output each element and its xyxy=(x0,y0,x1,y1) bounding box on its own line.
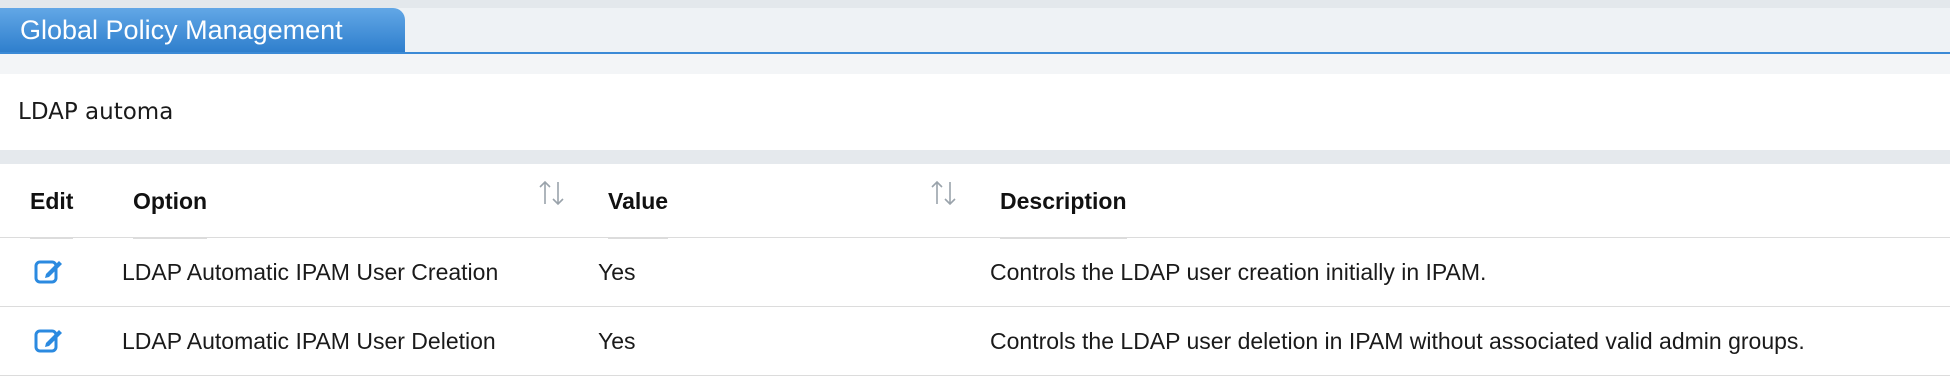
description-cell: Controls the LDAP user creation initiall… xyxy=(990,259,1487,285)
description-cell: Controls the LDAP user deletion in IPAM … xyxy=(990,328,1805,354)
column-header-edit: Edit xyxy=(30,164,74,239)
edit-icon[interactable] xyxy=(34,256,64,286)
option-cell: LDAP Automatic IPAM User Deletion xyxy=(122,328,496,354)
table-row: LDAP Automatic IPAM User Deletion Yes Co… xyxy=(0,307,1950,376)
policy-table: Edit Option Value Description LDAP Autom… xyxy=(0,164,1950,377)
search-input[interactable] xyxy=(0,74,1950,150)
column-header-value[interactable]: Value xyxy=(608,164,669,239)
section-gap xyxy=(0,150,1950,164)
search-row xyxy=(0,74,1950,150)
section-gap xyxy=(0,54,1950,74)
tab-global-policy-management[interactable]: Global Policy Management xyxy=(0,8,405,52)
column-header-description: Description xyxy=(1000,164,1127,239)
option-cell: LDAP Automatic IPAM User Creation xyxy=(122,259,499,285)
value-cell: Yes xyxy=(598,328,636,354)
edit-icon[interactable] xyxy=(34,325,64,355)
tab-bar: Global Policy Management xyxy=(0,8,1950,54)
value-cell: Yes xyxy=(598,259,636,285)
column-header-option[interactable]: Option xyxy=(133,164,208,239)
top-strip xyxy=(0,0,1950,8)
sort-icon[interactable] xyxy=(536,178,568,208)
tab-label: Global Policy Management xyxy=(20,15,343,45)
table-row: LDAP Automatic IPAM User Creation Yes Co… xyxy=(0,238,1950,307)
sort-icon[interactable] xyxy=(928,178,960,208)
